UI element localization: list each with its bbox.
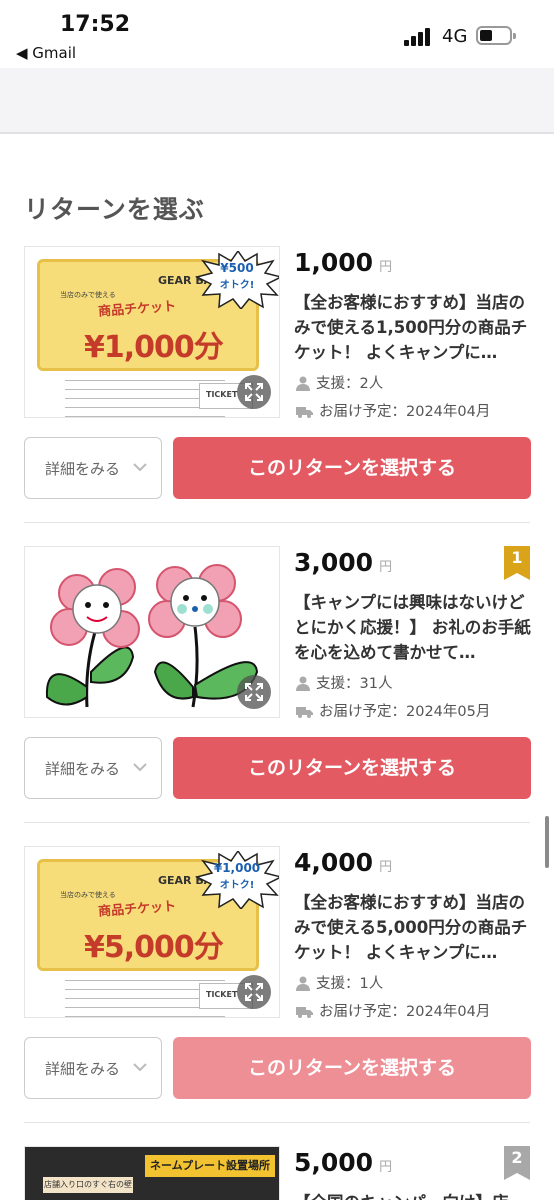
person-icon bbox=[296, 376, 310, 391]
supporters-text: 支援：2人 bbox=[316, 376, 384, 392]
divider bbox=[24, 1122, 530, 1123]
reward-description[interactable]: 【全お客様におすすめ】当店のみで使える5,000円分の商品チケット！ よくキャン… bbox=[294, 890, 532, 965]
status-bar: 17:52 ◀ Gmail 4G bbox=[0, 0, 554, 68]
reward-image[interactable]: GEAR BASE 当店のみで使える 商品チケット ¥1,000分 ¥500 オ… bbox=[24, 246, 280, 418]
supporters-count: 支援：31人 bbox=[296, 672, 392, 692]
ticket-amount: ¥5,000分 bbox=[84, 930, 224, 965]
price-value: 4,000 bbox=[294, 848, 374, 877]
expand-image-button[interactable] bbox=[237, 375, 271, 409]
truck-icon bbox=[296, 407, 313, 418]
supporters-text: 支援：1人 bbox=[316, 976, 384, 992]
truck-icon bbox=[296, 1007, 313, 1018]
rank-badge: 2 bbox=[504, 1146, 530, 1180]
scrollbar[interactable] bbox=[545, 816, 549, 868]
expand-icon bbox=[245, 983, 263, 1001]
nameplate-sign: ネームプレート設置場所 bbox=[145, 1155, 275, 1177]
ticket-stub-label: TICKET bbox=[206, 390, 238, 399]
price-unit: 円 bbox=[379, 560, 393, 575]
select-reward-button[interactable]: このリターンを選択する bbox=[173, 737, 531, 799]
person-icon bbox=[296, 676, 310, 691]
reward-image[interactable]: GEAR BASE 当店のみで使える 商品チケット ¥5,000分 ¥1,000… bbox=[24, 846, 280, 1018]
status-time: 17:52 bbox=[60, 12, 131, 37]
discount-burst: ¥500 オトク! bbox=[194, 249, 279, 311]
reward-description[interactable]: 【全国のキャンパー向け】店… bbox=[294, 1190, 532, 1200]
delivery-date: お届け予定：2024年04月 bbox=[296, 1000, 490, 1020]
reward-image[interactable]: ネームプレート設置場所 店舗入り口のすぐ右の壁 bbox=[24, 1146, 280, 1200]
reward-description[interactable]: 【全お客様におすすめ】当店のみで使える1,500円分の商品チケット！ よくキャン… bbox=[294, 290, 532, 365]
price: 5,000 円 bbox=[294, 1148, 392, 1184]
signal-icon bbox=[404, 28, 432, 46]
burst-bottom: オトク! bbox=[219, 280, 255, 291]
price-value: 3,000 bbox=[294, 548, 374, 577]
detail-button[interactable]: 詳細をみる bbox=[24, 1037, 162, 1099]
expand-icon bbox=[245, 383, 263, 401]
divider bbox=[24, 522, 530, 523]
rank-number: 1 bbox=[511, 548, 523, 567]
detail-button[interactable]: 詳細をみる bbox=[24, 737, 162, 799]
ticket-title: 商品チケット bbox=[97, 299, 177, 320]
reward-description[interactable]: 【キャンプには興味はないけどとにかく応援！】 お礼のお手紙を心を込めて書かせて… bbox=[294, 590, 532, 665]
truck-icon bbox=[296, 707, 313, 718]
back-to-gmail-link[interactable]: ◀ Gmail bbox=[16, 44, 76, 62]
rank-badge: 1 bbox=[504, 546, 530, 580]
price: 4,000 円 bbox=[294, 848, 392, 884]
price: 3,000 円 bbox=[294, 548, 392, 584]
supporters-count: 支援：1人 bbox=[296, 972, 383, 992]
network-type: 4G bbox=[442, 26, 468, 47]
delivery-text: お届け予定：2024年04月 bbox=[319, 404, 491, 420]
ticket-small-text: 当店のみで使える bbox=[60, 291, 116, 299]
entrance-sign: 店舗入り口のすぐ右の壁 bbox=[43, 1177, 133, 1193]
reward-image[interactable] bbox=[24, 546, 280, 718]
battery-icon bbox=[476, 26, 516, 45]
burst-top: ¥500 bbox=[220, 261, 254, 275]
ticket-amount: ¥1,000分 bbox=[84, 330, 224, 365]
delivery-date: お届け予定：2024年05月 bbox=[296, 700, 490, 720]
chevron-down-icon bbox=[133, 763, 147, 772]
divider bbox=[24, 822, 530, 823]
select-reward-button[interactable]: このリターンを選択する bbox=[173, 437, 531, 499]
price-value: 1,000 bbox=[294, 248, 374, 277]
detail-button-label: 詳細をみる bbox=[45, 760, 121, 778]
ticket-stub-label: TICKET bbox=[206, 990, 238, 999]
delivery-text: お届け予定：2024年04月 bbox=[319, 1004, 491, 1020]
detail-button[interactable]: 詳細をみる bbox=[24, 437, 162, 499]
expand-image-button[interactable] bbox=[237, 975, 271, 1009]
select-reward-button[interactable]: このリターンを選択する bbox=[173, 1037, 531, 1099]
storefront-photo: ネームプレート設置場所 店舗入り口のすぐ右の壁 bbox=[25, 1147, 279, 1200]
price-unit: 円 bbox=[379, 260, 393, 275]
delivery-date: お届け予定：2024年04月 bbox=[296, 400, 490, 420]
ticket-title: 商品チケット bbox=[97, 899, 177, 920]
burst-top: ¥1,000 bbox=[213, 861, 261, 875]
supporters-count: 支援：2人 bbox=[296, 372, 383, 392]
person-icon bbox=[296, 976, 310, 991]
detail-button-label: 詳細をみる bbox=[45, 1060, 121, 1078]
price-unit: 円 bbox=[379, 1160, 393, 1175]
header-band bbox=[0, 68, 554, 134]
price: 1,000 円 bbox=[294, 248, 392, 284]
price-value: 5,000 bbox=[294, 1148, 374, 1177]
ticket-small-text: 当店のみで使える bbox=[60, 891, 116, 899]
detail-button-label: 詳細をみる bbox=[45, 460, 121, 478]
price-unit: 円 bbox=[379, 860, 393, 875]
chevron-down-icon bbox=[133, 1063, 147, 1072]
burst-bottom: オトク! bbox=[219, 880, 255, 891]
supporters-text: 支援：31人 bbox=[316, 676, 393, 692]
rank-number: 2 bbox=[511, 1148, 523, 1167]
discount-burst: ¥1,000 オトク! bbox=[194, 849, 279, 911]
expand-image-button[interactable] bbox=[237, 675, 271, 709]
section-title: リターンを選ぶ bbox=[24, 195, 205, 224]
delivery-text: お届け予定：2024年05月 bbox=[319, 704, 491, 720]
expand-icon bbox=[245, 683, 263, 701]
chevron-down-icon bbox=[133, 463, 147, 472]
